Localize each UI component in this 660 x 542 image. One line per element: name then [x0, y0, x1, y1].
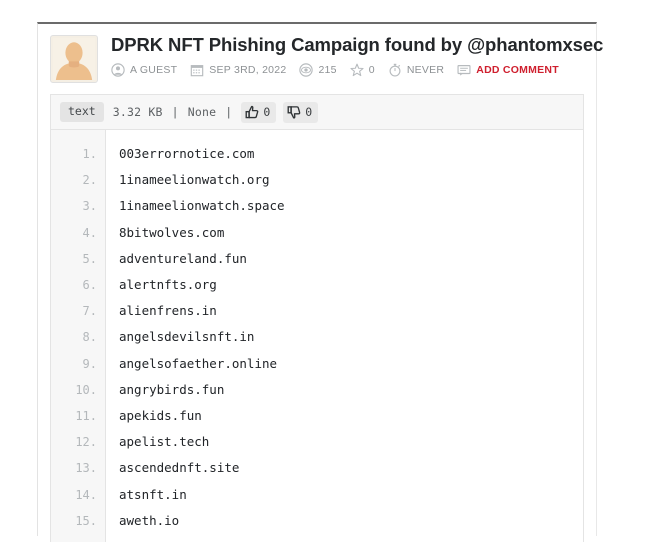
meta-rating[interactable]: 0: [350, 63, 375, 77]
meta-expires: NEVER: [388, 63, 444, 77]
line-number: 15.: [75, 513, 97, 528]
line-number: 3.: [82, 199, 97, 214]
paste-header: DPRK NFT Phishing Campaign found by @pha…: [38, 24, 604, 91]
add-comment-label: ADD COMMENT: [476, 64, 559, 76]
code-line: alienfrens.in: [119, 303, 217, 319]
code-line: angelsdevilsnft.in: [119, 329, 255, 345]
thumbs-down-icon: [287, 105, 301, 119]
meta-date: SEP 3RD, 2022: [190, 63, 286, 77]
code-line: 1inameelionwatch.space: [119, 198, 285, 214]
avatar: [50, 35, 98, 83]
meta-rating-label: 0: [368, 64, 375, 76]
eye-icon: [299, 63, 314, 77]
star-icon: [350, 63, 364, 77]
paste-body-box: text 3.32 KB | None | 0 0 1. 2. 3. 4. 5.…: [50, 94, 584, 542]
user-icon: [111, 63, 125, 77]
code-line: aweth.io: [119, 512, 180, 528]
toolbar-separator-1: |: [171, 105, 179, 119]
paste-header-text: DPRK NFT Phishing Campaign found by @pha…: [111, 33, 604, 77]
thumbs-up-icon: [245, 105, 259, 118]
line-number: 6.: [82, 278, 97, 293]
meta-views-label: 215: [318, 64, 337, 76]
meta-date-label: SEP 3RD, 2022: [209, 64, 287, 76]
default-user-avatar-icon: [53, 38, 95, 80]
paste-meta-row: A GUEST SEP 3RD, 2022 215 0 NEVER ADD CO…: [111, 63, 584, 77]
code-line: atsnft.in: [119, 486, 187, 502]
line-number: 11.: [75, 409, 97, 424]
page-root: DPRK NFT Phishing Campaign found by @pha…: [0, 0, 660, 542]
line-number: 5.: [82, 251, 97, 266]
paste-content-panel: DPRK NFT Phishing Campaign found by @pha…: [37, 22, 604, 542]
comment-icon: [457, 63, 471, 77]
thumbs-down-count: 0: [305, 105, 313, 119]
line-number-gutter: 1. 2. 3. 4. 5. 6. 7. 8. 9. 10. 11. 12. 13. 14. 15.: [51, 130, 106, 542]
add-comment-link[interactable]: ADD COMMENT: [457, 63, 559, 77]
paste-code-content[interactable]: 003errornotice.com 1inameelionwatch.org 1i…: [106, 130, 583, 542]
line-number: 7.: [82, 304, 97, 319]
code-line: 8bitwolves.com: [119, 224, 225, 240]
line-number: 8.: [82, 330, 97, 345]
calendar-icon: [190, 63, 204, 77]
line-number: 14.: [75, 487, 97, 502]
code-line: apekids.fun: [119, 408, 202, 424]
meta-expires-label: NEVER: [406, 64, 445, 76]
paste-code-area: 1. 2. 3. 4. 5. 6. 7. 8. 9. 10. 11. 12. 13. 14. 15. 003…: [51, 130, 583, 542]
meta-author[interactable]: A GUEST: [111, 63, 177, 77]
thumbs-up-button[interactable]: 0: [241, 101, 277, 123]
code-line: alertnfts.org: [119, 277, 217, 293]
code-line: apelist.tech: [119, 434, 210, 450]
toolbar-separator-2: |: [225, 105, 233, 119]
line-number: 10.: [75, 382, 97, 397]
line-number: 2.: [82, 173, 97, 188]
line-number: 1.: [82, 147, 97, 161]
line-number: 9.: [82, 356, 97, 371]
paste-expire-label: None: [187, 105, 217, 119]
code-line: 003errornotice.com: [119, 146, 255, 161]
paste-toolbar: text 3.32 KB | None | 0 0: [51, 95, 583, 130]
code-line: adventureland.fun: [119, 250, 247, 266]
line-number: 12.: [75, 435, 97, 450]
line-number: 4.: [82, 225, 97, 240]
code-line: 1inameelionwatch.org: [119, 172, 270, 188]
stopwatch-icon: [388, 63, 402, 77]
paste-size-label: 3.32 KB: [112, 105, 163, 119]
syntax-chip[interactable]: text: [60, 102, 104, 122]
meta-views: 215: [299, 63, 336, 77]
page-title: DPRK NFT Phishing Campaign found by @pha…: [111, 34, 604, 55]
code-line: angelsofaether.online: [119, 355, 278, 371]
meta-author-label: A GUEST: [130, 64, 178, 76]
line-number: 13.: [75, 461, 97, 476]
code-line: ascendednft.site: [119, 460, 240, 476]
code-line: angrybirds.fun: [119, 381, 225, 397]
thumbs-up-count: 0: [263, 105, 271, 119]
thumbs-down-button[interactable]: 0: [283, 101, 319, 123]
